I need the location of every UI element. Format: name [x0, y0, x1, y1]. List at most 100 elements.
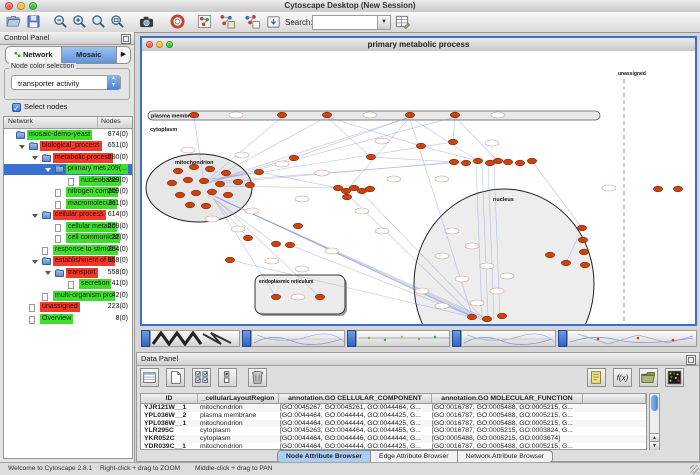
minimized-window-tab[interactable] — [242, 330, 251, 347]
minimized-window-strip[interactable] — [251, 330, 345, 347]
float-data-panel-icon[interactable] — [686, 355, 696, 365]
network-node[interactable] — [545, 252, 554, 258]
network-node[interactable] — [497, 313, 506, 319]
network-node[interactable] — [467, 314, 476, 320]
tree-row[interactable]: biological_process651(0) — [4, 141, 132, 153]
zoom-out-icon[interactable] — [53, 14, 68, 29]
network-node[interactable] — [254, 169, 263, 175]
expander-icon[interactable] — [19, 145, 25, 149]
network-node[interactable] — [225, 257, 234, 263]
network-node[interactable] — [183, 177, 192, 183]
zoom-in-icon[interactable] — [72, 14, 87, 29]
network-node[interactable] — [199, 178, 208, 184]
expander-icon[interactable] — [32, 214, 38, 218]
network-node[interactable] — [277, 112, 286, 118]
network-node[interactable] — [653, 186, 662, 192]
minimized-window-tab[interactable] — [558, 330, 567, 347]
network-node[interactable] — [366, 154, 375, 160]
snapshot-camera-icon[interactable] — [139, 14, 154, 29]
table-row[interactable]: YPL036W__2plasma membrane[GO:0044464, GO… — [141, 412, 646, 420]
network-node[interactable] — [341, 188, 350, 194]
network-node[interactable] — [405, 112, 414, 118]
network-node[interactable] — [191, 190, 200, 196]
network-minimize-button[interactable] — [156, 41, 163, 48]
network-node[interactable] — [215, 181, 224, 187]
tab-network[interactable]: Network — [6, 47, 61, 63]
tree-row[interactable]: mosaic-demo-yeast874(0) — [4, 129, 132, 141]
table-row[interactable]: YPL036W__1mitochondrion[GO:0044464, GO:0… — [141, 420, 646, 428]
minimized-window-tab[interactable] — [452, 330, 461, 347]
scrollbar-thumb[interactable] — [651, 395, 658, 411]
table-column-header[interactable]: annotation.GO CELLULAR_COMPONENT — [279, 394, 432, 403]
resize-grip[interactable] — [690, 465, 699, 474]
network-node[interactable] — [221, 170, 230, 176]
network-node[interactable] — [205, 166, 214, 172]
tree-row[interactable]: nitrogen compo209(0) — [4, 187, 132, 199]
search-dropdown-button[interactable]: ▼ — [377, 15, 391, 30]
tab-network-attribute-browser[interactable]: Network Attribute Browser — [457, 451, 553, 462]
network-node[interactable] — [185, 202, 194, 208]
tab-edge-attribute-browser[interactable]: Edge Attribute Browser — [370, 451, 457, 462]
network-canvas[interactable]: plasma membranecytoplasmnucleusmitochond… — [142, 51, 695, 324]
network-node[interactable] — [173, 168, 182, 174]
tab-node-attribute-browser[interactable]: Node Attribute Browser — [278, 451, 370, 462]
network-node[interactable] — [245, 182, 254, 188]
network-node[interactable] — [482, 316, 491, 322]
minimized-window-tab[interactable] — [141, 330, 150, 347]
table-column-header[interactable]: _cellularLayoutRegion — [198, 394, 279, 403]
tree-row[interactable]: response to stimulu264(0) — [4, 244, 132, 256]
network-node[interactable] — [461, 160, 470, 166]
network-node[interactable] — [271, 294, 280, 300]
network-node[interactable] — [450, 112, 459, 118]
matrix-heatmap-icon[interactable] — [665, 368, 684, 387]
network-node[interactable] — [333, 185, 342, 191]
network-window-title-bar[interactable]: primary metabolic process — [142, 38, 695, 52]
network-overview-icon[interactable] — [197, 14, 212, 29]
tree-row[interactable]: multi-organism pro42(0) — [4, 290, 132, 302]
select-nodes-option[interactable]: ✓Select nodes — [12, 102, 67, 112]
expander-icon[interactable] — [45, 168, 51, 172]
minimize-window-button[interactable] — [17, 2, 25, 10]
network-node[interactable] — [449, 159, 458, 165]
network-zoom-button[interactable] — [166, 41, 173, 48]
network-node[interactable] — [416, 143, 425, 149]
select-nodes-checkbox[interactable]: ✓ — [12, 103, 21, 112]
tree-row[interactable]: cellular process614(0) — [4, 210, 132, 222]
network-node[interactable] — [493, 158, 502, 164]
help-lifering-icon[interactable] — [170, 14, 185, 29]
network-node[interactable] — [578, 237, 587, 243]
delete-attribute-trash-icon[interactable] — [248, 368, 267, 387]
color-attribute-dropdown[interactable]: transporter activity ▲▼ — [11, 75, 121, 90]
network-node[interactable] — [448, 139, 457, 145]
network-node[interactable] — [342, 194, 351, 200]
network-close-button[interactable] — [146, 41, 153, 48]
import-network-icon[interactable] — [266, 14, 281, 29]
save-session-button[interactable] — [26, 14, 41, 29]
open-session-button[interactable] — [6, 14, 21, 29]
network-node[interactable] — [349, 185, 358, 191]
tree-row[interactable]: establishment of lo558(0) — [4, 256, 132, 268]
network-node[interactable] — [175, 192, 184, 198]
network-node[interactable] — [189, 164, 198, 170]
network-node[interactable] — [201, 203, 210, 209]
table-row[interactable]: YLR295Ccytoplasm[GO:0045263, GO:0044464,… — [141, 427, 646, 435]
tab-mosaic[interactable]: Mosaic — [61, 47, 117, 63]
search-input[interactable] — [312, 15, 380, 30]
network-node[interactable] — [473, 158, 482, 164]
table-column-header[interactable]: annotation.GO MOLECULAR_FUNCTION — [432, 394, 583, 403]
tree-row[interactable]: secretion41(0) — [4, 279, 132, 291]
apply-layout-icon[interactable] — [218, 14, 236, 29]
tree-row[interactable]: macromolecule311(0) — [4, 198, 132, 210]
network-node[interactable] — [503, 159, 512, 165]
minimized-window-tab[interactable] — [347, 330, 356, 347]
close-window-button[interactable] — [5, 2, 13, 10]
tree-row[interactable]: primary metabo209(... — [4, 164, 132, 176]
network-node[interactable] — [579, 249, 588, 255]
network-node[interactable] — [561, 260, 570, 266]
select-attributes-icon[interactable] — [140, 368, 159, 387]
zoom-selected-icon[interactable] — [91, 14, 106, 29]
minimized-window-strip[interactable] — [567, 330, 697, 347]
network-node[interactable] — [315, 294, 324, 300]
minimized-window-strip[interactable] — [461, 330, 556, 347]
table-scrollbar[interactable]: ▲ ▼ — [649, 393, 660, 450]
